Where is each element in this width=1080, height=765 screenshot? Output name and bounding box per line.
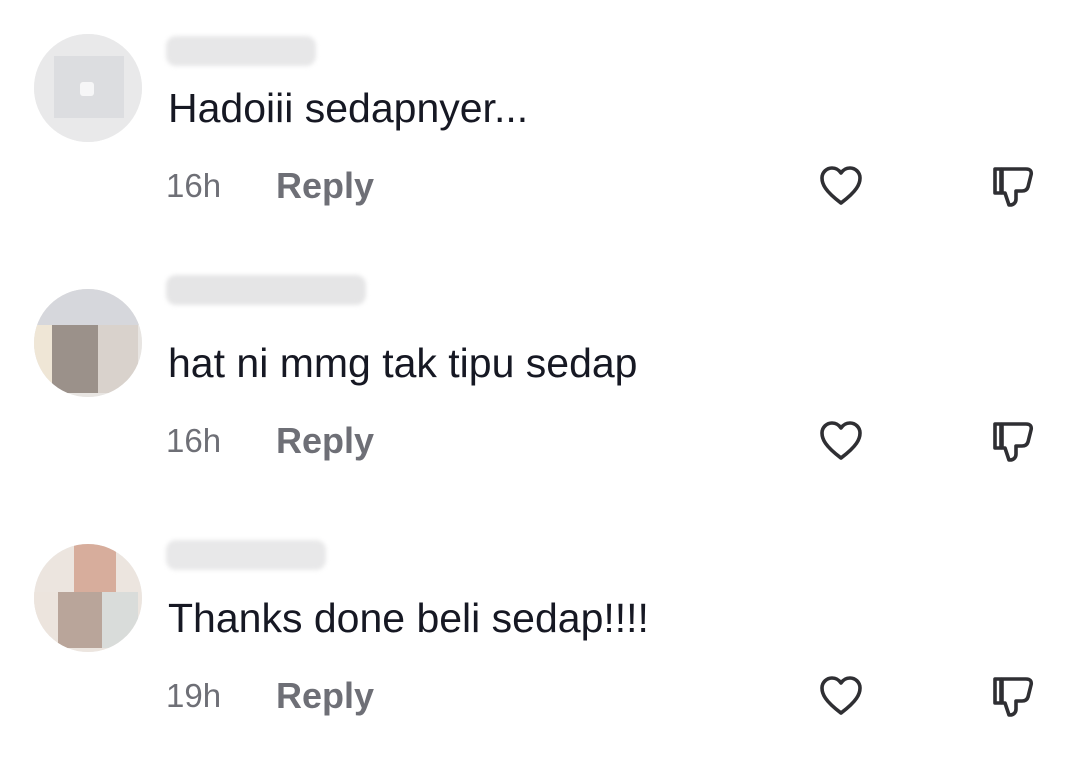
comment-timestamp: 16h bbox=[166, 167, 222, 204]
comment-item: Hadoiii sedapnyer... 16h Reply bbox=[0, 0, 1080, 255]
avatar[interactable] bbox=[34, 34, 142, 142]
comment-item: hat ni mmg tak tipu sedap 16h Reply bbox=[0, 255, 1080, 510]
comment-text: Thanks done beli sedap!!!! bbox=[168, 595, 649, 641]
avatar[interactable] bbox=[34, 289, 142, 397]
avatar[interactable] bbox=[34, 544, 142, 652]
comment-text: hat ni mmg tak tipu sedap bbox=[168, 340, 638, 386]
reply-button[interactable]: Reply bbox=[276, 676, 374, 716]
heart-outline-icon[interactable] bbox=[817, 417, 865, 465]
reply-button[interactable]: Reply bbox=[276, 166, 374, 206]
comment-timestamp: 16h bbox=[166, 422, 222, 459]
comment-item: Thanks done beli sedap!!!! 19h Reply bbox=[0, 510, 1080, 765]
username-redacted[interactable] bbox=[166, 36, 316, 66]
thumbs-down-icon[interactable] bbox=[990, 672, 1038, 720]
username-redacted[interactable] bbox=[166, 275, 366, 305]
thumbs-down-icon[interactable] bbox=[990, 417, 1038, 465]
comment-timestamp: 19h bbox=[166, 677, 222, 714]
heart-outline-icon[interactable] bbox=[817, 162, 865, 210]
thumbs-down-icon[interactable] bbox=[990, 162, 1038, 210]
username-redacted[interactable] bbox=[166, 540, 326, 570]
comment-text: Hadoiii sedapnyer... bbox=[168, 85, 529, 131]
heart-outline-icon[interactable] bbox=[817, 672, 865, 720]
reply-button[interactable]: Reply bbox=[276, 421, 374, 461]
